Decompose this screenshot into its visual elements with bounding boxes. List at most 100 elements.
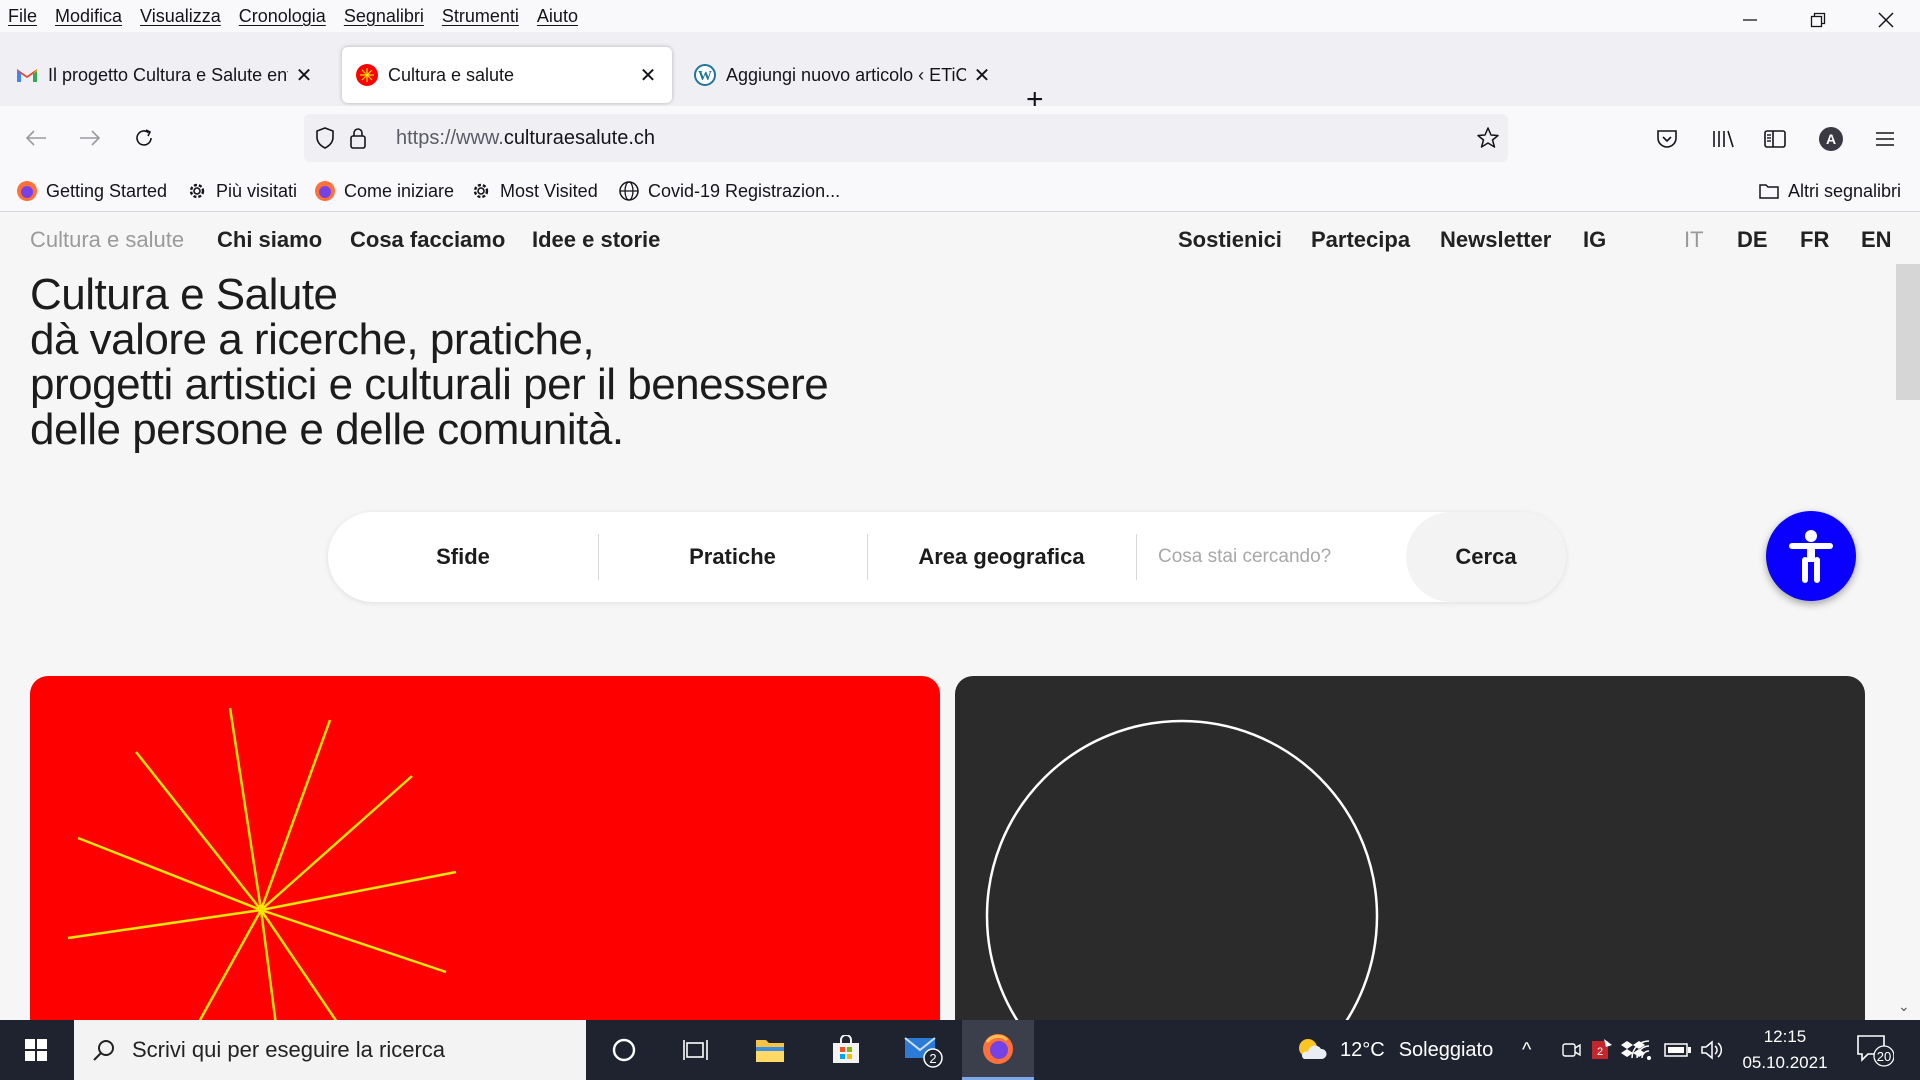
search-button[interactable]: Cerca <box>1406 512 1566 602</box>
menu: File Modifica Visualizza Cronologia Segn… <box>0 6 596 27</box>
filter-area-geografica[interactable]: Area geografica <box>867 512 1136 602</box>
gear-icon <box>470 180 492 202</box>
wifi-icon[interactable] <box>1630 1020 1656 1080</box>
close-window-button[interactable] <box>1852 0 1920 40</box>
menu-aiuto[interactable]: Aiuto <box>537 6 578 27</box>
menu-visualizza[interactable]: Visualizza <box>140 6 221 27</box>
taskbar-search-box[interactable]: Scrivi qui per eseguire la ricerca <box>74 1020 586 1080</box>
filter-sfide[interactable]: Sfide <box>328 512 598 602</box>
store-button[interactable] <box>814 1020 878 1080</box>
nav-newsletter[interactable]: Newsletter <box>1440 227 1551 253</box>
file-explorer-button[interactable] <box>738 1020 802 1080</box>
search-input[interactable] <box>1136 534 1346 580</box>
firefox-taskbar-button[interactable] <box>962 1020 1034 1080</box>
minimize-button[interactable] <box>1716 0 1784 40</box>
weather-widget[interactable]: 12°C Soleggiato <box>1294 1020 1493 1080</box>
back-arrow-icon <box>25 130 46 146</box>
menu-file[interactable]: File <box>8 6 37 27</box>
battery-icon[interactable] <box>1664 1020 1692 1080</box>
clock[interactable]: 12:15 05.10.2021 <box>1740 1020 1830 1080</box>
start-button[interactable] <box>0 1020 72 1080</box>
site-home-link[interactable]: Cultura e salute <box>30 227 184 253</box>
bookmark-most-visited[interactable]: Most Visited <box>470 176 598 206</box>
wordpress-icon: W <box>694 64 716 86</box>
nav-chi-siamo[interactable]: Chi siamo <box>217 227 322 253</box>
url-bar[interactable]: https://www.culturaesalute.ch <box>304 114 1508 162</box>
lang-de[interactable]: DE <box>1737 227 1768 253</box>
filter-pratiche[interactable]: Pratiche <box>598 512 867 602</box>
url-prefix: https://www. <box>396 126 504 149</box>
feature-card-dark[interactable] <box>955 676 1865 1020</box>
cortana-button[interactable] <box>592 1020 656 1080</box>
menu-modifica[interactable]: Modifica <box>55 6 122 27</box>
bookmark-star-icon[interactable] <box>1476 126 1500 155</box>
mail-badge: 2 <box>929 1051 936 1066</box>
accessibility-icon <box>1789 530 1833 583</box>
mail-button[interactable]: 2 <box>888 1020 958 1080</box>
pocket-icon[interactable] <box>1652 124 1682 154</box>
task-view-button[interactable] <box>664 1020 728 1080</box>
cultura-salute-icon <box>356 64 378 86</box>
mail-icon: 2 <box>904 1037 943 1068</box>
bookmarks-toolbar: Getting Started Più visitati Come inizia… <box>0 170 1920 212</box>
lang-en[interactable]: EN <box>1861 227 1892 253</box>
forward-button[interactable] <box>74 122 106 154</box>
volume-icon[interactable] <box>1700 1020 1724 1080</box>
nav-ig[interactable]: IG <box>1583 227 1606 253</box>
other-bookmarks[interactable]: Altri segnalibri <box>1758 176 1901 206</box>
svg-text:W: W <box>698 69 712 84</box>
account-avatar-icon[interactable]: A <box>1816 124 1846 154</box>
menu-segnalibri[interactable]: Segnalibri <box>344 6 424 27</box>
menu-cronologia[interactable]: Cronologia <box>239 6 326 27</box>
bookmark-come-iniziare[interactable]: Come iniziare <box>314 176 454 206</box>
lang-fr[interactable]: FR <box>1800 227 1829 253</box>
restore-button[interactable] <box>1784 0 1852 40</box>
bookmark-piu-visitati[interactable]: Più visitati <box>186 176 297 206</box>
lock-icon[interactable] <box>348 126 368 155</box>
tab-title: Cultura e salute <box>388 64 515 85</box>
tracking-protection-shield-icon[interactable] <box>314 126 336 155</box>
feature-card-red[interactable] <box>30 676 940 1020</box>
clock-time: 12:15 <box>1763 1027 1807 1046</box>
tab-close-icon[interactable]: ✕ <box>638 63 658 88</box>
reload-button[interactable] <box>128 122 160 154</box>
weather-temp: 12°C <box>1340 1038 1385 1061</box>
bookmark-label: Più visitati <box>216 180 298 201</box>
back-button[interactable] <box>20 122 52 154</box>
starburst-illustration <box>67 707 457 1020</box>
tab-close-icon[interactable]: ✕ <box>972 63 992 88</box>
nav-sostienici[interactable]: Sostienici <box>1178 227 1282 253</box>
scrollbar-thumb[interactable] <box>1896 264 1920 400</box>
url-text[interactable]: https://www.culturaesalute.ch <box>396 127 655 150</box>
bookmark-label: Most Visited <box>500 180 598 201</box>
tab-wordpress[interactable]: W Aggiungi nuovo articolo ‹ ETiCin ✕ <box>680 47 1006 103</box>
clock-date: 05.10.2021 <box>1742 1053 1828 1072</box>
window-controls <box>1716 0 1920 40</box>
notifications-button[interactable]: 20 <box>1854 1020 1894 1080</box>
menu-strumenti[interactable]: Strumenti <box>442 6 519 27</box>
show-hidden-icons-chevron-icon[interactable]: ^ <box>1522 1020 1531 1080</box>
hamburger-menu-icon[interactable] <box>1870 124 1900 154</box>
folder-icon <box>1758 180 1780 202</box>
tab-cultura-salute[interactable]: Cultura e salute ✕ <box>342 47 672 103</box>
globe-icon <box>618 180 640 202</box>
bookmark-covid[interactable]: Covid-19 Registrazion... <box>618 176 840 206</box>
nav-idee-e-storie[interactable]: Idee e storie <box>532 227 660 253</box>
tab-close-icon[interactable]: ✕ <box>294 63 314 88</box>
sidebar-icon[interactable] <box>1760 124 1790 154</box>
library-icon[interactable] <box>1708 124 1738 154</box>
lang-it[interactable]: IT <box>1684 227 1704 253</box>
tab-gmail[interactable]: Il progetto Cultura e Salute entra ✕ <box>2 47 328 103</box>
firefox-icon <box>16 180 38 202</box>
accessibility-button[interactable] <box>1766 511 1856 601</box>
nav-cosa-facciamo[interactable]: Cosa facciamo <box>350 227 505 253</box>
page-headline: Cultura e Salute dà valore a ricerche, p… <box>30 272 829 454</box>
bookmark-getting-started[interactable]: Getting Started <box>16 176 167 206</box>
scroll-down-arrow-icon[interactable]: ⌄ <box>1898 998 1910 1015</box>
headline-line: delle persone e delle comunità. <box>30 405 624 454</box>
meet-now-icon[interactable] <box>1560 1020 1582 1080</box>
nav-partecipa[interactable]: Partecipa <box>1311 227 1410 253</box>
restore-icon <box>1810 12 1826 28</box>
navigation-bar: https://www.culturaesalute.ch A <box>0 106 1920 170</box>
site-navigation: Cultura e salute Chi siamo Cosa facciamo… <box>0 212 1920 266</box>
